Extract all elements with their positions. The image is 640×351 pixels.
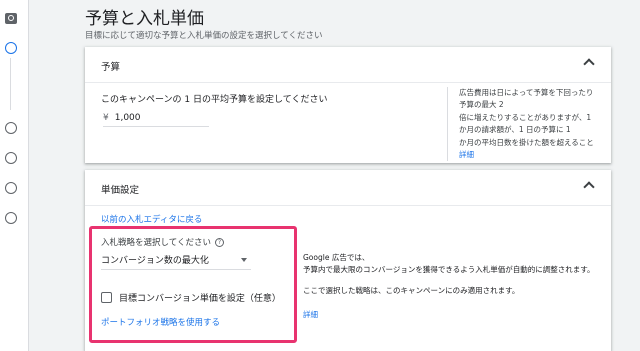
bid-strategy-value: コンバージョン数の最大化 <box>101 256 209 266</box>
budget-question: このキャンペーンの 1 日の平均予算を設定してください <box>101 95 328 105</box>
step-indicator[interactable] <box>5 212 17 224</box>
search-logo-icon <box>5 13 17 24</box>
bid-strategy-label: 入札戦略を選択してください ? <box>101 236 224 248</box>
bidding-card: 単価設定 以前の入札エディタに戻る 入札戦略を選択してください ? コンバージョ… <box>85 170 611 351</box>
step-indicator[interactable] <box>5 122 17 134</box>
budget-card-header[interactable]: 予算 <box>85 47 611 83</box>
currency-symbol: ¥ <box>103 112 109 123</box>
bidding-card-header[interactable]: 単価設定 <box>85 170 611 206</box>
target-cpa-label: 目標コンバージョン単価を設定（任意） <box>119 294 281 304</box>
chevron-up-icon[interactable] <box>583 181 595 193</box>
page-title: 予算と入札単価 <box>85 9 204 29</box>
target-cpa-option[interactable]: 目標コンバージョン単価を設定（任意） <box>101 291 281 304</box>
bid-strategy-label-text: 入札戦略を選択してください <box>101 238 211 248</box>
budget-card: 予算 このキャンペーンの 1 日の平均予算を設定してください ¥ 1,000 広… <box>85 47 611 163</box>
budget-help-note: 広告費用は日によって予算を下回ったり 予算の最大 2 倍に増えたりすることがあり… <box>447 87 607 162</box>
bidding-info: Google 広告では、 予算内で最大限のコンバージョンを獲得できるよう入札単価… <box>303 252 608 321</box>
note-line: 倍に増えたりすることがありますが、1 <box>459 112 592 122</box>
note-line: か月の平均日数を掛けた額を超えること <box>459 137 594 147</box>
old-bid-editor-link[interactable]: 以前の入札エディタに戻る <box>101 213 202 225</box>
page-subtitle: 目標に応じて適切な予算と入札単価の設定を選択してください <box>85 31 323 41</box>
help-icon[interactable]: ? <box>215 237 224 247</box>
step-connector <box>10 58 11 110</box>
info-note: ここで選択した戦略は、このキャンペーンにのみ適用されます。 <box>303 286 520 295</box>
step-rail <box>0 0 29 351</box>
budget-details-link[interactable]: 詳細 <box>459 149 607 161</box>
info-line: Google 広告では、 <box>303 253 370 262</box>
budget-amount[interactable]: 1,000 <box>115 113 141 123</box>
portfolio-strategy-link[interactable]: ポートフォリオ戦略を使用する <box>101 316 220 328</box>
budget-input[interactable]: ¥ 1,000 <box>103 109 209 127</box>
bidding-card-title: 単価設定 <box>101 185 140 196</box>
checkbox-icon[interactable] <box>101 292 112 303</box>
note-line: か月の請求額が、1 日の予算に 1 <box>459 125 571 135</box>
dropdown-caret-icon <box>241 257 247 262</box>
step-indicator[interactable] <box>5 182 17 194</box>
bidding-details-link[interactable]: 詳細 <box>303 309 608 321</box>
step-indicator-current[interactable] <box>5 42 17 54</box>
note-line: 広告費用は日によって予算を下回ったり <box>459 88 594 97</box>
chevron-up-icon[interactable] <box>583 58 595 70</box>
bid-strategy-select[interactable]: コンバージョン数の最大化 <box>101 250 251 270</box>
note-line: 予算の最大 2 <box>459 100 504 110</box>
step-indicator[interactable] <box>5 152 17 164</box>
info-line: 予算内で最大限のコンバージョンを獲得できるよう入札単価が自動的に調整されます。 <box>303 265 595 274</box>
budget-card-title: 予算 <box>101 62 121 73</box>
